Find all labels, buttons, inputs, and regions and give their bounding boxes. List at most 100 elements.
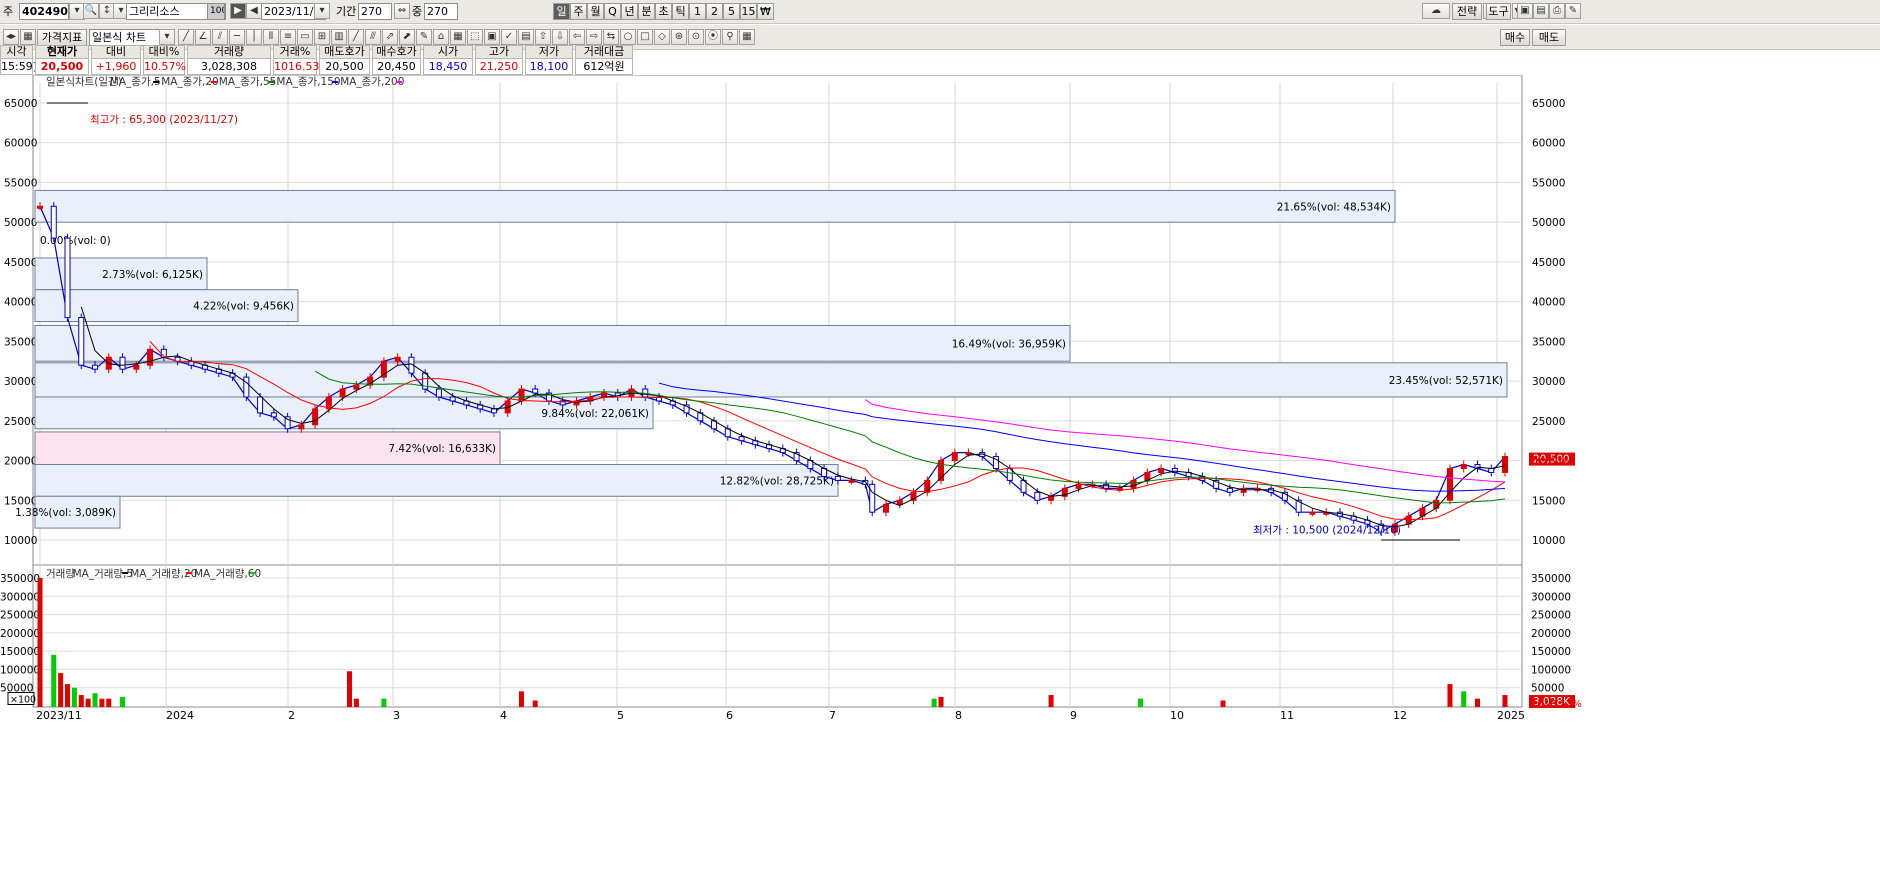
- settings-icon[interactable]: ✎: [1565, 3, 1581, 19]
- candle-body: [532, 388, 539, 394]
- search-icon[interactable]: 🔍: [83, 3, 99, 19]
- drawing-tool-icon[interactable]: ╱: [348, 29, 364, 45]
- volume-legend-item: 거래량: [46, 568, 75, 580]
- drawing-tool-icon[interactable]: ⦿: [705, 29, 721, 45]
- period-tab[interactable]: 주: [570, 3, 587, 20]
- drawing-tool-icon[interactable]: ─: [229, 29, 245, 45]
- price-legend-item: MA_종가,150: [276, 76, 340, 88]
- candle-body: [1130, 479, 1137, 489]
- period-tab[interactable]: 일: [553, 3, 570, 20]
- buy-button[interactable]: 매수: [1500, 29, 1530, 46]
- candle-body: [882, 503, 889, 513]
- quote-value: 10.57%: [143, 59, 186, 75]
- period-tab[interactable]: 1: [689, 3, 706, 20]
- indicator-icon[interactable]: ▦: [20, 29, 36, 45]
- period-tab[interactable]: 월: [587, 3, 604, 20]
- drawing-tool-icon[interactable]: ⇦: [569, 29, 585, 45]
- drawing-tool-icon[interactable]: ✎: [416, 29, 432, 45]
- volume-profile-label: 0.00%(vol: 0): [40, 235, 111, 247]
- price-tick-left: 10000: [4, 535, 37, 547]
- chart-type-dropdown-icon[interactable]: ▾: [159, 29, 175, 45]
- drawing-tool-icon[interactable]: ⊙: [688, 29, 704, 45]
- candle-body: [298, 424, 305, 430]
- candle-body: [1226, 487, 1233, 493]
- drawing-tool-icon[interactable]: ○: [620, 29, 636, 45]
- sell-button[interactable]: 매도: [1532, 29, 1566, 46]
- drawing-tool-icon[interactable]: ▥: [331, 29, 347, 45]
- tools-button[interactable]: 도구: [1486, 3, 1511, 20]
- quote-header: 대비: [91, 45, 141, 59]
- drawing-tool-icon[interactable]: ⬚: [467, 29, 483, 45]
- volume-bar: [1220, 700, 1226, 707]
- strategy-button[interactable]: 전략: [1452, 3, 1482, 20]
- drawing-tool-icon[interactable]: ⫻: [365, 29, 381, 45]
- drawing-tool-icon[interactable]: ⌂: [433, 29, 449, 45]
- market-label: 주: [3, 5, 14, 18]
- indicator-button[interactable]: 가격지표: [37, 29, 87, 46]
- drawing-tool-icon[interactable]: ▣: [484, 29, 500, 45]
- volume-bar: [92, 693, 98, 707]
- drawing-tool-icon[interactable]: ✓: [501, 29, 517, 45]
- drawing-tool-icon[interactable]: ╱: [178, 29, 194, 45]
- prev-arrow-icon[interactable]: ▶: [230, 3, 246, 19]
- drawing-tool-icon[interactable]: ⦀: [263, 29, 279, 45]
- period-tab[interactable]: 초: [655, 3, 672, 20]
- panel-toggle-icon[interactable]: ◂▸: [3, 29, 19, 45]
- candle-body: [37, 205, 43, 209]
- drawing-tool-icon[interactable]: ⇩: [552, 29, 568, 45]
- cloud-icon[interactable]: ☁: [1422, 3, 1450, 19]
- quote-header: 시가: [423, 45, 473, 59]
- drawing-tool-icon[interactable]: ▦: [739, 29, 755, 45]
- drawing-tool-icon[interactable]: ⇧: [535, 29, 551, 45]
- x-axis-label: 2025: [1497, 709, 1525, 722]
- volume-profile-label: 1.38%(vol: 3,089K): [15, 507, 116, 519]
- price-tick-right: 50000: [1532, 217, 1565, 229]
- period-input[interactable]: 270: [358, 3, 392, 20]
- x-axis-label: 12: [1393, 709, 1407, 722]
- volume-bar: [120, 696, 126, 707]
- date-dropdown-icon[interactable]: ▾: [314, 3, 330, 19]
- price-tick-right: 30000: [1532, 376, 1565, 388]
- drawing-tool-icon[interactable]: ▭: [297, 29, 313, 45]
- drawing-tool-icon[interactable]: ⊛: [671, 29, 687, 45]
- drawing-tool-icon[interactable]: ⊞: [314, 29, 330, 45]
- period-tab[interactable]: 15: [740, 3, 757, 20]
- drawing-tool-icon[interactable]: ⫽: [212, 29, 228, 45]
- drawing-tool-icon[interactable]: ∠: [195, 29, 211, 45]
- period-tab[interactable]: Q: [604, 3, 621, 20]
- period-tab[interactable]: 틱: [672, 3, 689, 20]
- save-icon[interactable]: ▤: [1533, 3, 1549, 19]
- volume-profile-band: [34, 464, 839, 497]
- drawing-tool-icon[interactable]: ◇: [654, 29, 670, 45]
- period-tab[interactable]: ₩: [757, 3, 774, 20]
- period-tab[interactable]: 년: [621, 3, 638, 20]
- quote-header: 매도호가: [319, 45, 370, 59]
- drawing-tool-icon[interactable]: □: [637, 29, 653, 45]
- drawing-tool-icon[interactable]: ▤: [518, 29, 534, 45]
- period-tab[interactable]: 2: [706, 3, 723, 20]
- bars-input[interactable]: 270: [424, 3, 458, 20]
- drawing-tool-icon[interactable]: ⇗: [382, 29, 398, 45]
- drawing-tool-icon[interactable]: ⇨: [586, 29, 602, 45]
- drawing-tool-icon[interactable]: ▦: [450, 29, 466, 45]
- drawing-tool-icon[interactable]: │: [246, 29, 262, 45]
- period-tab[interactable]: 5: [723, 3, 740, 20]
- bars-label: 중: [412, 5, 423, 18]
- next-arrow-icon[interactable]: ◀: [246, 3, 262, 19]
- candle-body: [243, 376, 250, 398]
- price-tick-left: 55000: [4, 177, 37, 189]
- period-tab[interactable]: 분: [638, 3, 655, 20]
- price-tick-right: 25000: [1532, 416, 1565, 428]
- period-toggle-icon[interactable]: ⇔: [394, 3, 410, 19]
- drawing-tool-icon[interactable]: ⚲: [722, 29, 738, 45]
- stock-code-input[interactable]: 402490: [19, 3, 69, 20]
- drawing-tool-icon[interactable]: ⬈: [399, 29, 415, 45]
- print-icon[interactable]: ⎙: [1549, 3, 1565, 19]
- x-axis-label: 5: [617, 709, 624, 722]
- drawing-tool-icon[interactable]: ⇆: [603, 29, 619, 45]
- drawing-tool-icon[interactable]: ≡: [280, 29, 296, 45]
- volume-bar: [58, 673, 64, 707]
- x-axis-label: 4: [500, 709, 507, 722]
- folder-icon[interactable]: ▣: [1517, 3, 1533, 19]
- price-chart[interactable]: 2023/11 2024 2 3 4 5 6 7 8 9 10 11 12 2025 65000 65000 6…: [0, 75, 1880, 869]
